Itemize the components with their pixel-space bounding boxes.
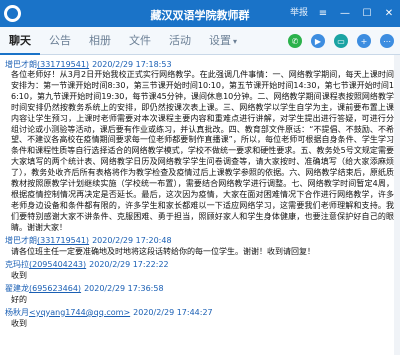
tab-announcement[interactable]: 公告 xyxy=(40,27,80,55)
sender-name[interactable]: 翟建龙 xyxy=(5,284,29,293)
message-item: 杨秋月<yqyang1744@qq.com> 2020/2/29 17:44:27… xyxy=(5,307,394,330)
message-text: 收到 xyxy=(11,318,27,328)
sender-name[interactable]: 增巴才朗 xyxy=(5,60,37,69)
message-time: 2020/2/29 17:22:22 xyxy=(89,259,169,269)
sender-name[interactable]: 增巴才朗 xyxy=(5,236,37,245)
sender-name[interactable]: 克玛拉 xyxy=(5,260,29,269)
chevron-down-icon: ▾ xyxy=(233,36,238,46)
message-item: 翟建龙(695623464) 2020/2/29 17:36:58 好的 xyxy=(5,283,394,306)
message-header: 克玛拉(2095404243) 2020/2/29 17:22:22 xyxy=(5,259,394,270)
sender-id[interactable]: (695623464) xyxy=(29,284,81,293)
sender-id[interactable]: (331719541) xyxy=(37,60,89,69)
sender-id[interactable]: <yqyang1744@qq.com> xyxy=(29,308,130,317)
sender-id[interactable]: (331719541) xyxy=(37,236,89,245)
message-item: 增巴才朗(331719541) 2020/2/29 17:18:53 各位老师好！… xyxy=(5,59,394,234)
tab-settings[interactable]: 设置 ▾ xyxy=(200,27,246,55)
phone-icon[interactable]: ✆ xyxy=(288,34,302,48)
toolbar-icons: ✆ ▶ ▭ + ⋯ xyxy=(288,34,394,48)
message-header: 杨秋月<yqyang1744@qq.com> 2020/2/29 17:44:27 xyxy=(5,307,394,318)
message-header: 增巴才朗(331719541) 2020/2/29 17:18:53 xyxy=(5,59,394,70)
window-controls: 举报 ≡ — ☐ ✕ xyxy=(290,6,396,20)
more-icon[interactable]: ⋯ xyxy=(380,34,394,48)
add-member-icon[interactable]: + xyxy=(357,34,371,48)
menu-icon[interactable]: ≡ xyxy=(316,6,330,20)
message-time: 2020/2/29 17:44:27 xyxy=(133,307,213,317)
message-item: 克玛拉(2095404243) 2020/2/29 17:22:22 收到 xyxy=(5,259,394,282)
message-item: 增巴才朗(331719541) 2020/2/29 17:20:48 请各位班主任… xyxy=(5,235,394,258)
minimize-icon[interactable]: — xyxy=(338,6,352,20)
chat-history: 增巴才朗(331719541) 2020/2/29 17:18:53 各位老师好！… xyxy=(0,55,400,355)
maximize-icon[interactable]: ☐ xyxy=(360,6,374,20)
message-text: 收到 xyxy=(11,270,27,280)
report-link[interactable]: 举报 xyxy=(290,6,308,20)
sender-id[interactable]: (2095404243) xyxy=(29,260,86,269)
scrollbar[interactable] xyxy=(394,55,400,355)
message-time: 2020/2/29 17:20:48 xyxy=(92,235,172,245)
message-time: 2020/2/29 17:36:58 xyxy=(84,283,164,293)
tab-chat[interactable]: 聊天 xyxy=(0,27,40,55)
message-text: 好的 xyxy=(11,294,27,304)
message-header: 翟建龙(695623464) 2020/2/29 17:36:58 xyxy=(5,283,394,294)
message-header: 增巴才朗(331719541) 2020/2/29 17:20:48 xyxy=(5,235,394,246)
tab-settings-label: 设置 xyxy=(209,33,231,47)
tab-files[interactable]: 文件 xyxy=(120,27,160,55)
tab-activity[interactable]: 活动 xyxy=(160,27,200,55)
tab-bar: 聊天 公告 相册 文件 活动 设置 ▾ ✆ ▶ ▭ + ⋯ xyxy=(0,27,400,55)
video-icon[interactable]: ▶ xyxy=(311,34,325,48)
message-time: 2020/2/29 17:18:53 xyxy=(92,60,172,69)
tab-album[interactable]: 相册 xyxy=(80,27,120,55)
title-bar: 藏汉双语学院教师群 举报 ≡ — ☐ ✕ xyxy=(0,0,400,27)
message-text: 请各位班主任一定要准确地及时地将这段话转给你的每一位学生。谢谢！收到请回复！ xyxy=(11,246,315,256)
message-text: 各位老师好！从3月2日开始我校正式实行网络教学。在此强调几件事情：一、网络教学期… xyxy=(11,70,394,232)
screen-share-icon[interactable]: ▭ xyxy=(334,34,348,48)
sender-name[interactable]: 杨秋月 xyxy=(5,308,29,317)
close-icon[interactable]: ✕ xyxy=(382,6,396,20)
